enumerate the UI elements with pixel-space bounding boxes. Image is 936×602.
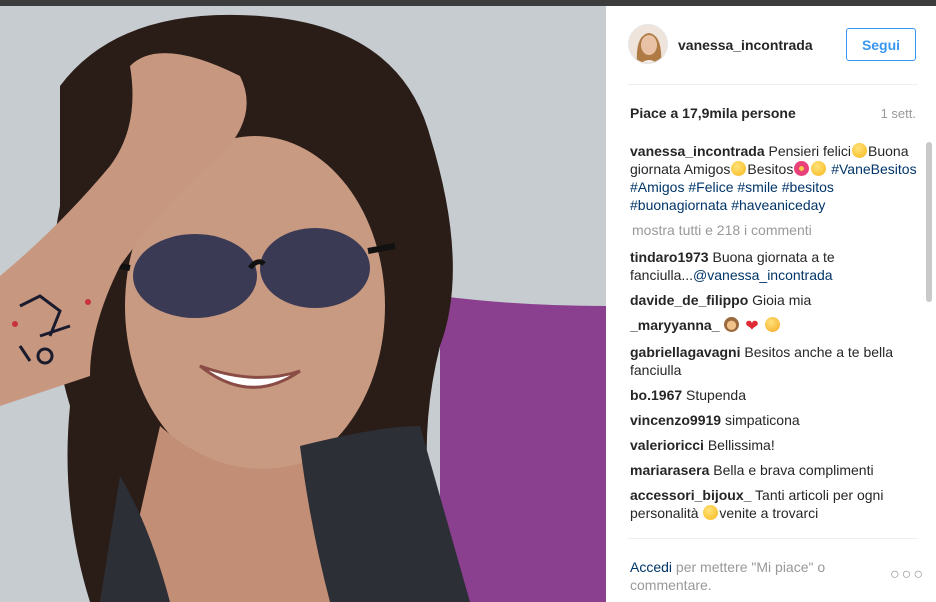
- post-details-panel: vanessa_incontrada Segui Piace a 17,9mil…: [606, 6, 936, 602]
- footer-divider: [628, 538, 918, 539]
- comment-user[interactable]: accessori_bijoux_: [630, 487, 751, 503]
- ellipsis-icon[interactable]: ○○○: [890, 566, 925, 584]
- likes-count[interactable]: Piace a 17,9mila persone: [630, 105, 796, 121]
- post-photo[interactable]: [0, 6, 606, 602]
- smirk-emoji-icon: [731, 161, 747, 176]
- list-item: davide_de_filippo Gioia mia: [630, 291, 924, 309]
- post-footer: Accedi per mettere "Mi piace" o commenta…: [606, 548, 936, 602]
- caption-text-1: Pensieri felici: [768, 143, 851, 159]
- show-all-comments-link[interactable]: mostra tutti e 218 i commenti: [632, 221, 924, 239]
- avatar-image: [629, 25, 667, 63]
- kiss-emoji-icon: [811, 161, 827, 176]
- hashtag[interactable]: #Felice: [688, 179, 733, 195]
- scrollbar-thumb[interactable]: [926, 142, 932, 302]
- comment-user[interactable]: bo.1967: [630, 387, 682, 403]
- comment-user[interactable]: davide_de_filippo: [630, 292, 748, 308]
- comment-text: Bellissima!: [707, 437, 775, 453]
- list-item: vincenzo9919 simpaticona: [630, 411, 924, 429]
- list-item: valerioricci Bellissima!: [630, 436, 924, 454]
- comment-user[interactable]: gabriellagavagni: [630, 344, 740, 360]
- comment-text-after: venite a trovarci: [719, 505, 819, 521]
- comments-list[interactable]: vanessa_incontrada Pensieri felici Buona …: [630, 142, 924, 536]
- caption-user[interactable]: vanessa_incontrada: [630, 143, 765, 159]
- username[interactable]: vanessa_incontrada: [678, 37, 813, 53]
- post-time[interactable]: 1 sett.: [881, 106, 916, 121]
- heart-emoji-icon: ❤: [745, 318, 759, 335]
- smile-emoji-icon: [852, 143, 867, 158]
- follow-button[interactable]: Segui: [846, 28, 916, 61]
- comment-user[interactable]: _maryyanna_: [630, 317, 720, 333]
- hashtag[interactable]: #besitos: [782, 179, 834, 195]
- caption: vanessa_incontrada Pensieri felici Buona …: [630, 142, 924, 214]
- hashtag[interactable]: #Amigos: [630, 179, 684, 195]
- list-item: mariarasera Bella e brava complimenti: [630, 461, 924, 479]
- list-item: _maryyanna_ ❤: [630, 316, 924, 336]
- comment-user[interactable]: vincenzo9919: [630, 412, 721, 428]
- comment-text: Gioia mia: [752, 292, 812, 308]
- hashtag[interactable]: #smile: [737, 179, 777, 195]
- comment-mention[interactable]: @vanessa_incontrada: [693, 267, 833, 283]
- hashtag[interactable]: #buonagiornata: [630, 197, 727, 213]
- comment-user[interactable]: valerioricci: [630, 437, 704, 453]
- list-item: bo.1967 Stupenda: [630, 386, 924, 404]
- header-divider: [628, 84, 918, 85]
- comment-user[interactable]: mariarasera: [630, 462, 709, 478]
- smirk-emoji-icon: [703, 505, 719, 520]
- list-item: accessori_bijoux_ Tanti articoli per ogn…: [630, 486, 924, 522]
- list-item: gabriellagavagni Besitos anche a te bell…: [630, 343, 924, 379]
- comment-text: Bella e brava complimenti: [713, 462, 874, 478]
- heart-eyes-emoji-icon: [764, 317, 780, 332]
- comment-user[interactable]: tindaro1973: [630, 249, 709, 265]
- login-link[interactable]: Accedi: [630, 559, 672, 575]
- hibiscus-emoji-icon: [794, 161, 810, 176]
- comment-text: simpaticona: [724, 412, 800, 428]
- hashtag[interactable]: #VaneBesitos: [831, 161, 916, 177]
- comment-text: Stupenda: [686, 387, 746, 403]
- caption-text-3: Besitos: [747, 161, 794, 177]
- monkey-emoji-icon: [724, 317, 740, 332]
- post-header: vanessa_incontrada Segui: [606, 6, 936, 84]
- comments-scrollbar[interactable]: [926, 142, 932, 536]
- login-prompt: Accedi per mettere "Mi piace" o commenta…: [630, 558, 870, 594]
- avatar[interactable]: [628, 24, 668, 64]
- hashtag[interactable]: #haveaniceday: [731, 197, 825, 213]
- selfie-image: [0, 6, 606, 602]
- list-item: tindaro1973 Buona giornata a te fanciull…: [630, 248, 924, 284]
